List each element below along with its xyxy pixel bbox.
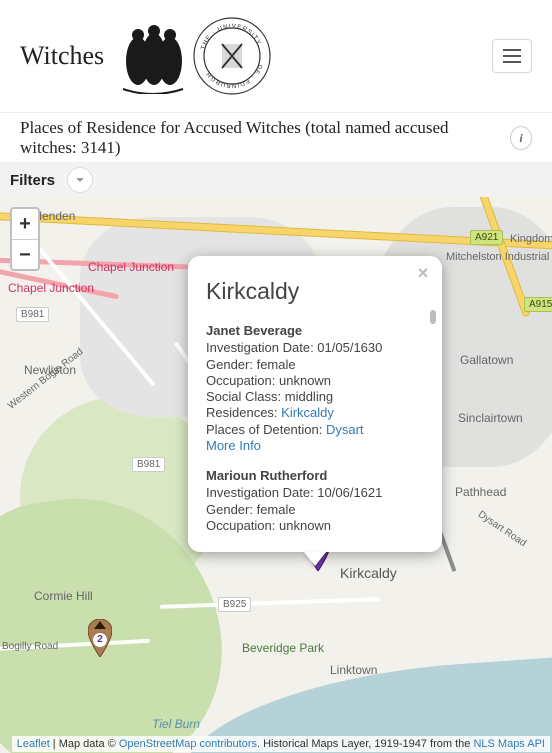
- map-canvas[interactable]: Cardenden Chapel Junction Chapel Junctio…: [0, 197, 552, 753]
- map-marker-cluster-west[interactable]: 2: [88, 619, 112, 657]
- page-title: Places of Residence for Accused Witches …: [20, 118, 500, 158]
- marker-count: 2: [93, 633, 107, 647]
- field-occupation: Occupation: unknown: [206, 373, 424, 389]
- site-header: Witches THE · UNIVERSITY OF · EDINBURGH: [0, 0, 552, 113]
- chevron-down-icon: [74, 174, 86, 186]
- menu-button[interactable]: [492, 39, 532, 73]
- filters-bar: Filters: [0, 163, 552, 197]
- zoom-control: + −: [10, 207, 40, 271]
- more-info-link[interactable]: More Info: [206, 438, 261, 453]
- zoom-out-button[interactable]: −: [12, 239, 38, 269]
- page-title-bar: Places of Residence for Accused Witches …: [0, 113, 552, 163]
- university-of-edinburgh-logo-icon: THE · UNIVERSITY OF · EDINBURGH: [192, 16, 272, 96]
- popup-title: Kirkcaldy: [206, 278, 424, 305]
- info-button[interactable]: i: [510, 126, 532, 150]
- person-name: Janet Beverage: [206, 323, 424, 339]
- field-gender: Gender: female: [206, 357, 424, 373]
- field-residences: Residences: Kirkcaldy: [206, 405, 424, 421]
- map-attribution: Leaflet | Map data © OpenStreetMap contr…: [12, 736, 550, 752]
- field-detention: Places of Detention: Dysart: [206, 422, 424, 438]
- filters-label: Filters: [10, 172, 55, 189]
- popup-scrollbar[interactable]: [430, 310, 436, 324]
- popup-entry: Marioun Rutherford Investigation Date: 1…: [206, 468, 424, 533]
- nls-link[interactable]: NLS Maps API: [473, 738, 545, 750]
- person-name: Marioun Rutherford: [206, 468, 424, 484]
- field-investigation-date: Investigation Date: 01/05/1630: [206, 340, 424, 356]
- field-investigation-date: Investigation Date: 10/06/1621: [206, 485, 424, 501]
- map-popup: × Kirkcaldy Janet Beverage Investigation…: [188, 256, 442, 552]
- field-gender: Gender: female: [206, 502, 424, 518]
- zoom-in-button[interactable]: +: [12, 209, 38, 239]
- detention-link[interactable]: Dysart: [326, 422, 364, 437]
- filters-toggle[interactable]: [67, 167, 93, 193]
- osm-link[interactable]: OpenStreetMap contributors: [119, 738, 257, 750]
- residence-link[interactable]: Kirkcaldy: [281, 405, 334, 420]
- popup-entry: Janet Beverage Investigation Date: 01/05…: [206, 323, 424, 454]
- witches-logo-icon: [118, 19, 188, 94]
- leaflet-link[interactable]: Leaflet: [17, 738, 50, 750]
- brand-title: Witches: [20, 41, 104, 71]
- field-occupation: Occupation: unknown: [206, 518, 424, 533]
- field-social-class: Social Class: middling: [206, 389, 424, 405]
- popup-close-button[interactable]: ×: [414, 264, 432, 282]
- popup-body: Janet Beverage Investigation Date: 01/05…: [206, 323, 424, 533]
